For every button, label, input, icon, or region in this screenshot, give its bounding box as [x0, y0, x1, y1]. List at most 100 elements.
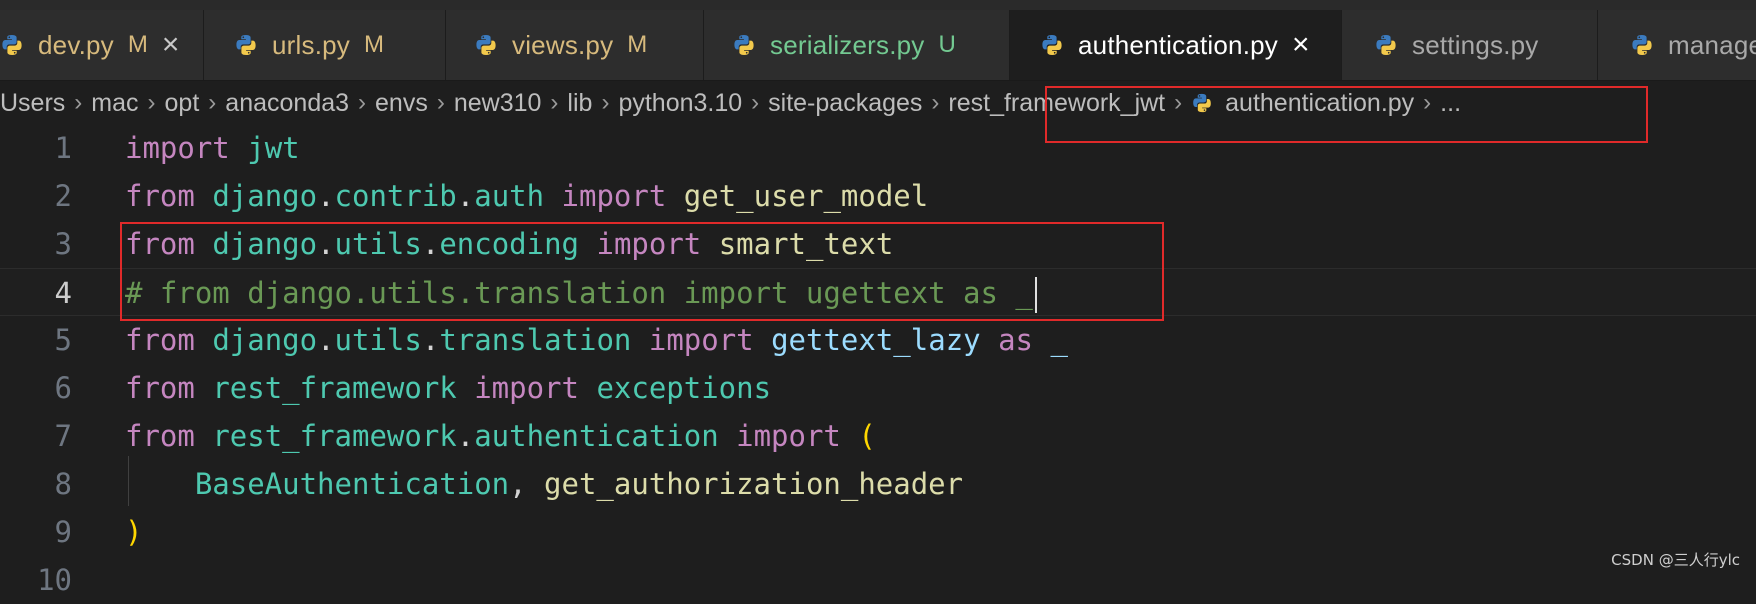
chevron-right-icon: ›: [208, 89, 217, 116]
breadcrumb-item[interactable]: lib: [567, 89, 592, 118]
breadcrumb-item[interactable]: rest_framework_jwt: [948, 89, 1165, 118]
code-token: gettext_lazy: [771, 323, 981, 357]
code-line[interactable]: 5 from django.utils.translation import ge…: [0, 316, 1756, 364]
code-token: django: [212, 227, 318, 261]
code-token: exceptions: [596, 371, 772, 405]
python-file-icon: [1042, 35, 1062, 55]
line-number: 9: [54, 515, 72, 549]
python-file-icon: [1376, 35, 1396, 55]
tab-views-py[interactable]: views.py M: [446, 10, 704, 80]
code-token: from: [125, 227, 195, 261]
tab-urls-py[interactable]: urls.py M: [204, 10, 446, 80]
code-token: .: [317, 179, 335, 213]
code-line[interactable]: 10: [0, 556, 1756, 604]
line-number: 6: [54, 371, 72, 405]
code-token: from: [125, 323, 195, 357]
line-number: 3: [54, 227, 72, 261]
breadcrumb-item[interactable]: anaconda3: [225, 89, 349, 118]
code-token: import: [596, 227, 702, 261]
code-text: from django.utils.translation import get…: [125, 316, 1068, 364]
tab-dev-py[interactable]: dev.py M ×: [0, 10, 204, 80]
tab-authentication-py[interactable]: authentication.py ×: [1010, 10, 1342, 80]
chevron-right-icon: ›: [550, 89, 559, 116]
breadcrumb-item[interactable]: envs: [375, 89, 428, 118]
code-token: utils: [334, 227, 422, 261]
line-number: 2: [54, 179, 72, 213]
breadcrumb-item[interactable]: mac: [91, 89, 138, 118]
breadcrumb-item[interactable]: python3.10: [618, 89, 742, 118]
code-text: ): [125, 508, 142, 556]
code-token: authentication: [474, 419, 719, 453]
code-text: from rest_framework import exceptions: [125, 364, 771, 412]
python-file-icon: [1632, 35, 1652, 55]
code-token: import: [736, 419, 841, 453]
code-token: jwt: [247, 131, 300, 165]
tab-serializers-py[interactable]: serializers.py U: [704, 10, 1010, 80]
code-line[interactable]: 8 BaseAuthentication, get_authorization_…: [0, 460, 1756, 508]
code-line[interactable]: 9): [0, 508, 1756, 556]
code-token: ): [125, 515, 143, 549]
code-text: from django.utils.encoding import smart_…: [125, 220, 893, 268]
line-number: 10: [37, 563, 72, 597]
tab-settings-py[interactable]: settings.py: [1342, 10, 1598, 80]
code-line[interactable]: 2 from django.contrib.auth import get_use…: [0, 172, 1756, 220]
close-icon[interactable]: ×: [162, 30, 180, 60]
code-token: .: [421, 227, 440, 261]
line-number: 1: [54, 131, 72, 165]
python-file-icon: [2, 35, 22, 55]
modified-badge: M: [127, 31, 148, 58]
code-line[interactable]: 4 # from django.utils.translation import …: [0, 268, 1756, 316]
code-token: from: [125, 371, 195, 405]
breadcrumb-item[interactable]: Users: [0, 89, 65, 118]
tab-label: manage: [1668, 29, 1756, 60]
editor-tab-bar: dev.py M × urls.py M views.py M serializ…: [0, 10, 1756, 81]
chevron-right-icon: ›: [1423, 89, 1432, 116]
line-number: 5: [54, 323, 72, 357]
breadcrumb-item[interactable]: opt: [165, 89, 200, 118]
line-number: 8: [54, 467, 72, 501]
close-icon[interactable]: ×: [1292, 30, 1310, 60]
code-token: translation: [439, 323, 632, 357]
tab-label: settings.py: [1412, 29, 1539, 60]
code-token: import: [125, 131, 230, 165]
tab-manage-py[interactable]: manage: [1598, 10, 1756, 80]
code-token: import: [648, 323, 754, 357]
breadcrumb-item[interactable]: new310: [454, 89, 542, 118]
code-line[interactable]: 6 from rest_framework import exceptions: [0, 364, 1756, 412]
breadcrumb-item-file[interactable]: authentication.py: [1191, 89, 1414, 118]
modified-badge: M: [627, 31, 648, 58]
code-line[interactable]: 3 from django.utils.encoding import smart…: [0, 220, 1756, 268]
breadcrumb-item-label: authentication.py: [1225, 88, 1415, 117]
code-token: smart_text: [718, 227, 894, 261]
chevron-right-icon: ›: [601, 89, 610, 116]
code-token: as: [998, 323, 1033, 357]
code-token: get_authorization_header: [544, 467, 964, 501]
tab-label: urls.py: [272, 29, 350, 60]
breadcrumb-item[interactable]: site-packages: [768, 89, 922, 118]
code-line[interactable]: 1 import jwt: [0, 124, 1756, 172]
window-top-strip: [0, 0, 1756, 10]
python-file-icon: [476, 35, 496, 55]
breadcrumb-more[interactable]: ...: [1440, 89, 1461, 118]
code-token: _: [1050, 323, 1068, 357]
python-file-icon: [734, 35, 754, 55]
chevron-right-icon: ›: [147, 89, 156, 116]
code-token: import: [474, 371, 579, 405]
line-number: 7: [54, 419, 72, 453]
line-number: 4: [54, 276, 72, 310]
code-token: rest_framework: [212, 419, 457, 453]
code-line[interactable]: 7 from rest_framework.authentication impo…: [0, 412, 1756, 460]
code-editor[interactable]: 1 import jwt 2 from django.contrib.auth imp…: [0, 124, 1756, 597]
